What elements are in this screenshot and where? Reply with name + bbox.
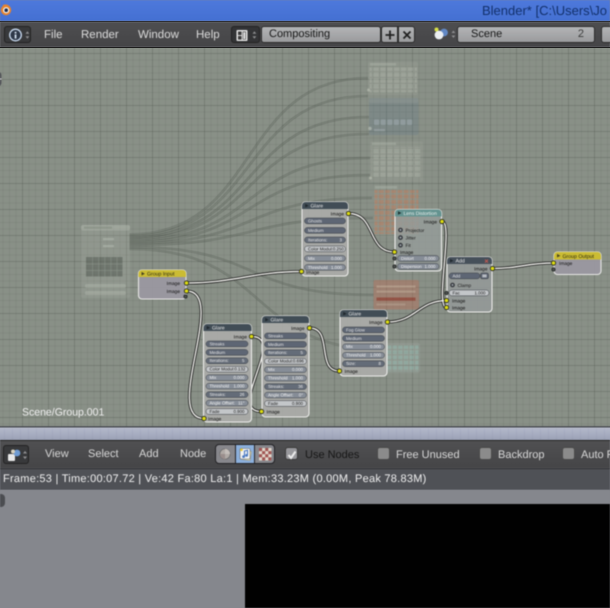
svg-text:1.000: 1.000	[370, 353, 382, 358]
svg-text:Add: Add	[453, 273, 461, 278]
svg-text:Image: Image	[474, 266, 488, 272]
svg-text:Iterations:: Iterations:	[268, 350, 287, 355]
svg-text:Color Modul:0.250: Color Modul:0.250	[308, 246, 344, 251]
svg-text:Image: Image	[291, 326, 305, 332]
svg-text:1.000: 1.000	[425, 264, 437, 269]
svg-text:Size:: Size:	[346, 361, 356, 366]
svg-text:11°: 11°	[238, 400, 245, 405]
svg-text:Threshold: Threshold	[210, 384, 230, 389]
svg-text:Medium: Medium	[268, 342, 284, 347]
svg-text:Distort: Distort	[401, 256, 414, 261]
svg-text:Mix: Mix	[346, 344, 354, 349]
svg-text:Streaks:: Streaks:	[268, 384, 284, 389]
svg-text:Mix: Mix	[308, 256, 316, 261]
svg-text:Lens Distortion: Lens Distortion	[404, 211, 438, 217]
svg-text:Clamp: Clamp	[458, 283, 472, 288]
svg-text:0.000: 0.000	[331, 256, 343, 261]
svg-text:Image: Image	[452, 299, 466, 305]
svg-text:1.000: 1.000	[475, 290, 487, 295]
svg-text:0.900: 0.900	[234, 409, 246, 414]
svg-text:Group Output: Group Output	[563, 254, 595, 260]
svg-text:Threshold: Threshold	[268, 376, 288, 381]
svg-text:0.000: 0.000	[425, 256, 437, 261]
svg-text:Threshold: Threshold	[346, 353, 366, 358]
svg-text:Image: Image	[267, 409, 281, 415]
svg-text:Medium: Medium	[210, 350, 226, 355]
svg-text:Streaks: Streaks	[210, 341, 226, 346]
svg-text:1.000: 1.000	[234, 384, 246, 389]
svg-text:Iterations:: Iterations:	[308, 237, 327, 242]
svg-text:Streaks:: Streaks:	[210, 392, 226, 397]
svg-text:Image: Image	[167, 281, 181, 287]
svg-text:Image: Image	[559, 261, 573, 267]
svg-text:Jitter: Jitter	[406, 236, 417, 241]
svg-text:0.000: 0.000	[370, 344, 382, 349]
svg-text:Streaks: Streaks	[268, 333, 284, 338]
svg-text:Glare: Glare	[271, 318, 284, 324]
svg-text:Color Modul:0.696: Color Modul:0.696	[268, 359, 304, 364]
svg-text:Mix: Mix	[210, 375, 218, 380]
svg-text:Medium: Medium	[308, 228, 324, 233]
svg-text:1.000: 1.000	[292, 376, 304, 381]
svg-text:Add: Add	[456, 259, 465, 265]
svg-text:Image: Image	[452, 306, 466, 312]
svg-text:Mix: Mix	[268, 367, 276, 372]
svg-text:Image: Image	[424, 219, 438, 225]
svg-text:26: 26	[240, 392, 245, 397]
svg-text:Image: Image	[331, 211, 345, 217]
svg-text:0.000: 0.000	[234, 375, 246, 380]
svg-text:0.900: 0.900	[292, 401, 304, 406]
svg-text:0.000: 0.000	[292, 367, 304, 372]
svg-text:Glare: Glare	[349, 312, 362, 318]
svg-text:Image: Image	[208, 416, 222, 422]
svg-text:Image: Image	[167, 289, 181, 295]
svg-text:Ghosts: Ghosts	[308, 218, 323, 223]
svg-text:Fog Glow: Fog Glow	[346, 327, 366, 332]
svg-text:Glare: Glare	[311, 204, 324, 210]
svg-text:Image: Image	[306, 270, 320, 276]
svg-text:Image: Image	[369, 320, 383, 326]
svg-text:Dispersion: Dispersion	[401, 264, 422, 269]
svg-text:Fade: Fade	[268, 401, 279, 406]
svg-text:Color Modul:0.132: Color Modul:0.132	[210, 367, 246, 372]
svg-text:0°: 0°	[299, 392, 303, 397]
svg-text:Image: Image	[345, 369, 359, 375]
svg-text:36: 36	[298, 384, 303, 389]
svg-text:Fade: Fade	[210, 409, 221, 414]
svg-text:Threshold: Threshold	[308, 265, 328, 270]
svg-text:Medium: Medium	[346, 336, 362, 341]
svg-text:Angle Offset:: Angle Offset:	[210, 400, 235, 405]
svg-text:Fac: Fac	[453, 290, 461, 295]
svg-text:Iterations:: Iterations:	[210, 358, 229, 363]
svg-text:Glare: Glare	[212, 326, 225, 332]
svg-text:Group Input: Group Input	[147, 272, 175, 278]
svg-text:Angle Offset:: Angle Offset:	[268, 392, 293, 397]
svg-text:Scene/Group.001: Scene/Group.001	[22, 407, 104, 419]
svg-text:Fit: Fit	[406, 243, 412, 248]
svg-text:Image: Image	[234, 334, 248, 340]
svg-text:1.000: 1.000	[331, 265, 343, 270]
svg-text:Projector: Projector	[406, 228, 425, 233]
